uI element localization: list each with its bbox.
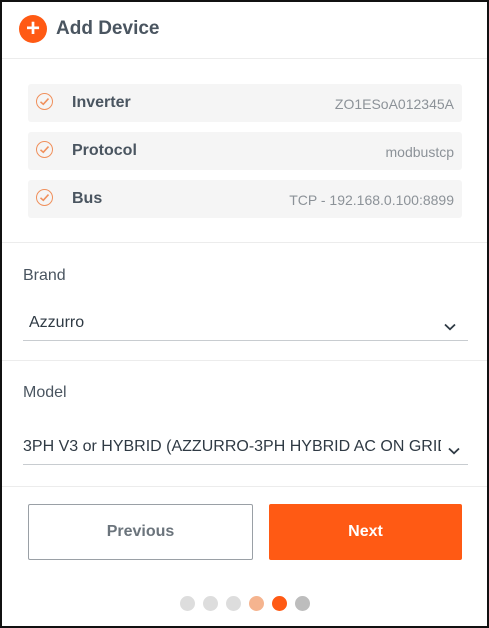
- panel-header: + Add Device: [2, 2, 487, 59]
- brand-select[interactable]: Azzurro: [23, 304, 468, 341]
- summary-row-protocol: Protocol modbustcp: [28, 132, 462, 170]
- step-dot: [203, 596, 218, 611]
- summary-value: ZO1ESoA012345A: [334, 96, 454, 112]
- check-circle-icon: [36, 189, 53, 206]
- step-dot: [272, 596, 287, 611]
- model-label: Model: [23, 384, 67, 401]
- step-dot: [180, 596, 195, 611]
- brand-selected-value: Azzurro: [29, 314, 85, 331]
- chevron-down-icon: [444, 318, 456, 336]
- page-title: Add Device: [56, 18, 160, 39]
- step-dot: [295, 596, 310, 611]
- model-select[interactable]: 3PH V3 or HYBRID (AZZURRO-3PH HYBRID AC …: [23, 428, 468, 465]
- chevron-down-icon: [448, 442, 460, 460]
- summary-label: Protocol: [72, 142, 137, 159]
- section-divider: [2, 242, 487, 243]
- section-divider: [2, 360, 487, 361]
- check-circle-icon: [36, 93, 53, 110]
- add-icon[interactable]: +: [19, 15, 47, 43]
- model-selected-value: 3PH V3 or HYBRID (AZZURRO-3PH HYBRID AC …: [23, 438, 441, 455]
- step-dot: [226, 596, 241, 611]
- summary-value: modbustcp: [385, 144, 454, 160]
- check-circle-icon: [36, 141, 53, 158]
- summary-label: Bus: [72, 190, 103, 207]
- summary-label: Inverter: [72, 94, 131, 111]
- section-divider: [2, 486, 487, 487]
- step-dot: [249, 596, 264, 611]
- add-device-panel: + Add Device Inverter ZO1ESoA012345A Pro…: [0, 0, 489, 628]
- next-button[interactable]: Next: [269, 504, 462, 560]
- summary-row-bus: Bus TCP - 192.168.0.100:8899: [28, 180, 462, 218]
- summary-value: TCP - 192.168.0.100:8899: [289, 192, 454, 208]
- brand-label: Brand: [23, 267, 66, 284]
- step-indicator: [2, 596, 487, 612]
- summary-row-inverter: Inverter ZO1ESoA012345A: [28, 84, 462, 122]
- previous-button[interactable]: Previous: [28, 504, 253, 560]
